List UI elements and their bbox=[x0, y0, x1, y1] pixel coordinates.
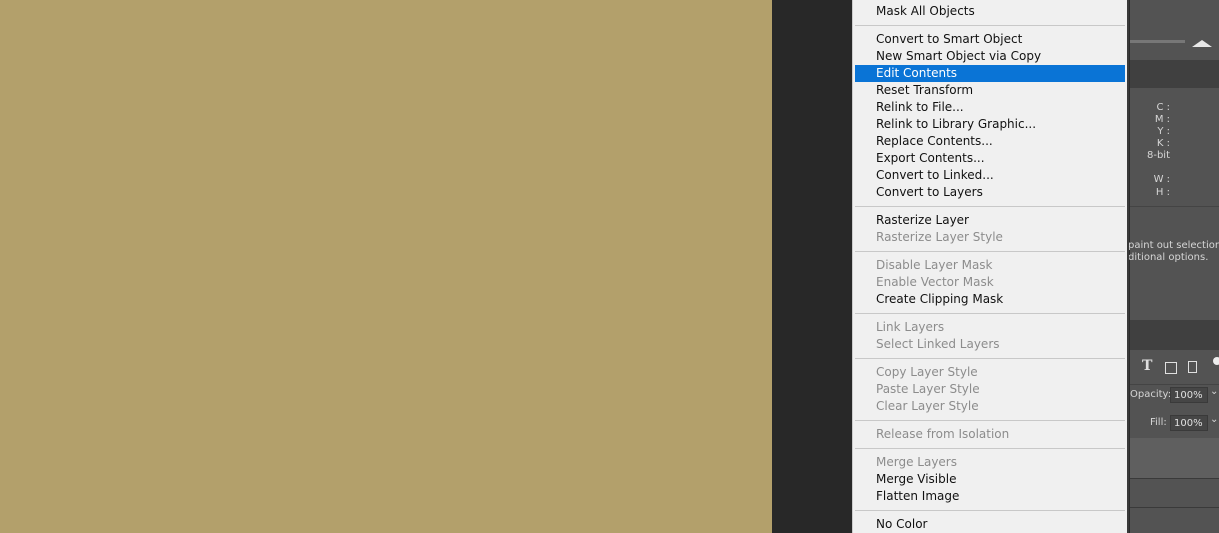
menu-item-edit-contents[interactable]: Edit Contents bbox=[855, 65, 1125, 82]
menu-item-disable-layer-mask: Disable Layer Mask bbox=[876, 258, 993, 272]
menu-item-replace-contents[interactable]: Replace Contents... bbox=[855, 133, 1125, 150]
info-w: W : bbox=[1153, 174, 1170, 185]
menu-item-enable-vector-mask: Enable Vector Mask bbox=[876, 275, 994, 289]
fill-input[interactable]: 100% bbox=[1170, 415, 1208, 431]
menu-separator bbox=[855, 206, 1125, 207]
menu-item-convert-to-linked[interactable]: Convert to Linked... bbox=[855, 167, 1125, 184]
menu-separator bbox=[855, 358, 1125, 359]
menu-item-link-layers: Link Layers bbox=[876, 320, 945, 334]
menu-separator bbox=[855, 510, 1125, 511]
menu-separator bbox=[855, 25, 1125, 26]
menu-item-convert-to-smart-object[interactable]: Convert to Smart Object bbox=[855, 31, 1125, 48]
info-bit: 8-bit bbox=[1146, 150, 1170, 161]
menu-separator bbox=[855, 448, 1125, 449]
fill-label: Fill: bbox=[1150, 417, 1167, 428]
menu-item-merge-layers: Merge Layers bbox=[876, 455, 957, 469]
layer-context-menu: Mask All Objects Convert to Smart Object N… bbox=[852, 0, 1129, 533]
menu-item-rasterize-layer-style: Rasterize Layer Style bbox=[876, 230, 1003, 244]
menu-item-new-smart-object-via-copy[interactable]: New Smart Object via Copy bbox=[855, 48, 1125, 65]
menu-separator bbox=[855, 313, 1125, 314]
right-panels: C : M : Y : K : 8-bit W : H : paint out … bbox=[1128, 0, 1219, 533]
info-k: K : bbox=[1156, 138, 1170, 149]
menu-item-no-color[interactable]: No Color bbox=[855, 516, 1125, 533]
info-y: Y : bbox=[1157, 126, 1170, 137]
menu-item-mask-all-objects[interactable]: Mask All Objects bbox=[855, 3, 1125, 20]
type-filter-icon[interactable]: T bbox=[1142, 358, 1152, 374]
layers-tab-bar bbox=[1130, 320, 1219, 350]
slider-track[interactable] bbox=[1130, 40, 1185, 43]
info-hint-1: paint out selection. bbox=[1128, 240, 1219, 251]
opacity-input[interactable]: 100% bbox=[1170, 387, 1208, 403]
menu-item-paste-layer-style: Paste Layer Style bbox=[876, 382, 980, 396]
opacity-dropdown-icon[interactable]: ⌄ bbox=[1210, 386, 1218, 397]
mountain-large-icon bbox=[1192, 40, 1212, 47]
filter-toggle[interactable] bbox=[1213, 357, 1219, 365]
menu-item-relink-to-file[interactable]: Relink to File... bbox=[855, 99, 1125, 116]
workspace-background bbox=[772, 0, 852, 533]
smart-object-filter-icon[interactable] bbox=[1188, 361, 1197, 373]
fill-dropdown-icon[interactable]: ⌄ bbox=[1210, 414, 1218, 425]
info-h: H : bbox=[1155, 187, 1170, 198]
layer-row[interactable] bbox=[1130, 438, 1219, 478]
menu-item-export-contents[interactable]: Export Contents... bbox=[855, 150, 1125, 167]
menu-item-clear-layer-style: Clear Layer Style bbox=[876, 399, 979, 413]
document-canvas[interactable] bbox=[0, 0, 772, 533]
info-m: M : bbox=[1154, 114, 1170, 125]
menu-item-copy-layer-style: Copy Layer Style bbox=[876, 365, 978, 379]
menu-item-reset-transform[interactable]: Reset Transform bbox=[855, 82, 1125, 99]
menu-separator bbox=[855, 251, 1125, 252]
info-hint-2: ditional options. bbox=[1128, 252, 1209, 263]
menu-item-convert-to-layers[interactable]: Convert to Layers bbox=[855, 184, 1125, 201]
menu-item-flatten-image[interactable]: Flatten Image bbox=[855, 488, 1125, 505]
menu-item-merge-visible[interactable]: Merge Visible bbox=[855, 471, 1125, 488]
menu-item-create-clipping-mask[interactable]: Create Clipping Mask bbox=[855, 291, 1125, 308]
menu-item-release-from-isolation: Release from Isolation bbox=[876, 427, 1010, 441]
panel-header bbox=[1130, 60, 1219, 88]
info-c: C : bbox=[1156, 102, 1170, 113]
shape-filter-icon[interactable] bbox=[1165, 362, 1177, 374]
menu-item-select-linked-layers: Select Linked Layers bbox=[876, 337, 1000, 351]
opacity-label: Opacity: bbox=[1130, 389, 1172, 400]
menu-separator bbox=[855, 420, 1125, 421]
menu-item-relink-to-library-graphic[interactable]: Relink to Library Graphic... bbox=[855, 116, 1125, 133]
menu-item-rasterize-layer[interactable]: Rasterize Layer bbox=[855, 212, 1125, 229]
